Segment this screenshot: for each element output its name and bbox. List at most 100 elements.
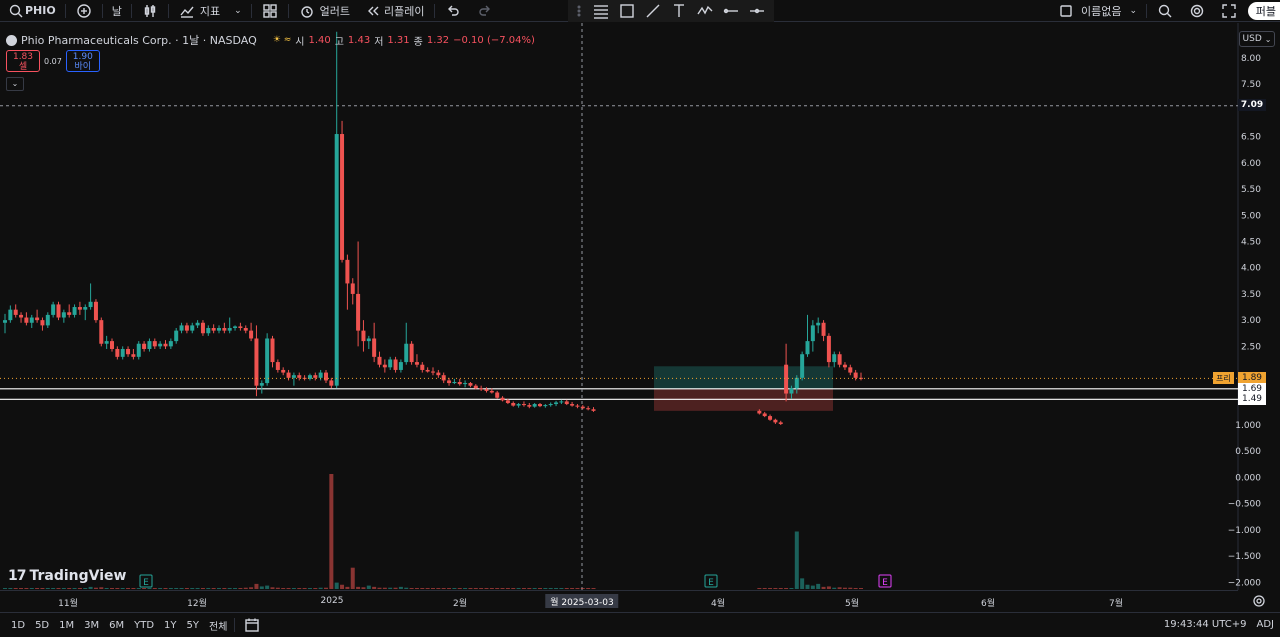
horizontal-level-label: 1.49 xyxy=(1238,393,1266,405)
interval-button[interactable]: 날 xyxy=(105,0,129,22)
alarm-clock-icon xyxy=(298,2,316,20)
candle-body xyxy=(179,325,184,331)
crosshair-date-prefix: 월 xyxy=(550,598,559,608)
candle-body xyxy=(93,301,98,321)
range-5y-button[interactable]: 5Y xyxy=(182,620,204,631)
price-tick-label: −1.500 xyxy=(1228,552,1262,562)
volume-bar xyxy=(110,588,114,589)
volume-bar xyxy=(211,588,216,589)
candle-body xyxy=(559,401,564,403)
calendar-icon[interactable] xyxy=(243,616,261,634)
time-tick-label: 2025 xyxy=(320,596,344,606)
candles-icon xyxy=(141,2,159,20)
candle-body xyxy=(554,402,559,405)
candle-body xyxy=(115,348,120,357)
adj-toggle[interactable]: ADJ xyxy=(1257,619,1275,630)
sun-icon: ☀ ≈ xyxy=(272,35,292,45)
volume-bar xyxy=(275,587,280,589)
alert-button[interactable]: 얼러트 xyxy=(291,0,357,22)
horizontal-lines-icon[interactable] xyxy=(592,2,610,20)
layouts-button[interactable] xyxy=(254,0,286,22)
rectangle-icon[interactable] xyxy=(618,2,636,20)
volume-bar xyxy=(318,587,323,589)
chart-area[interactable]: 8.00 7.50 6.50 6.00 5.50 5.00 4.50 4.00 3.50 3.00… xyxy=(0,23,1280,611)
price-chart[interactable]: 8.00 7.50 6.50 6.00 5.50 5.00 4.50 4.00 3.50 3.00… xyxy=(0,23,1280,590)
compare-button[interactable] xyxy=(68,0,100,22)
legend-title: Phio Pharmaceuticals Corp. · 1날 · NASDAQ xyxy=(21,34,257,47)
horizontal-line-icon[interactable] xyxy=(748,2,766,20)
candle-body xyxy=(334,134,339,386)
candle-body xyxy=(19,314,24,318)
horizontal-ray-icon[interactable] xyxy=(722,2,740,20)
tradingview-logo[interactable]: 17 TradingView xyxy=(8,568,126,584)
spread-value: 0.07 xyxy=(44,56,62,66)
layout-name-button[interactable]: 이름없음 ⌄ xyxy=(1050,0,1144,22)
publish-button[interactable]: 퍼블 xyxy=(1247,2,1280,20)
price-tick-label: 2.50 xyxy=(1241,342,1261,352)
symbol-search-button[interactable]: PHIO xyxy=(0,0,63,22)
grip-icon[interactable] xyxy=(576,2,584,20)
undo-button[interactable] xyxy=(437,0,469,22)
fullscreen-button[interactable] xyxy=(1213,0,1245,22)
text-tool-icon[interactable] xyxy=(670,2,688,20)
layout-name: 이름없음 xyxy=(1081,5,1122,18)
trend-line-icon[interactable] xyxy=(644,2,662,20)
volume-bar xyxy=(837,587,842,589)
range-1m-button[interactable]: 1M xyxy=(54,620,79,631)
candle-body xyxy=(457,382,462,385)
volume-bar xyxy=(217,588,221,589)
chart-settings-button[interactable] xyxy=(1252,594,1266,608)
volume-bar xyxy=(810,585,815,589)
collapse-legend-button[interactable]: ⌄ xyxy=(6,77,24,91)
indicators-button[interactable]: 지표 ⌄ xyxy=(171,0,249,22)
candle-body xyxy=(174,330,179,342)
candle-body xyxy=(848,367,853,373)
volume-bar xyxy=(83,588,88,589)
volume-bar xyxy=(575,588,580,589)
time-tick-label: 7월 xyxy=(1108,599,1124,609)
volume-bar xyxy=(233,588,238,589)
volume-bar xyxy=(61,588,66,589)
volume-bar xyxy=(13,588,18,589)
sell-button[interactable]: 1.83 셀 xyxy=(6,50,40,72)
volume-bar xyxy=(259,586,264,589)
clock[interactable]: 19:43:44 UTC+9 xyxy=(1164,619,1247,630)
time-tick-label: 5월 xyxy=(844,599,860,609)
chart-type-button[interactable] xyxy=(134,0,166,22)
toolbar-divider xyxy=(433,3,435,18)
buy-button[interactable]: 1.90 바이 xyxy=(65,50,100,72)
volume-bar xyxy=(249,587,254,589)
currency-button[interactable]: USD ⌄ xyxy=(1239,31,1275,47)
candle-body xyxy=(56,304,61,318)
plus-circle-icon xyxy=(75,2,93,20)
candle-body xyxy=(136,343,141,357)
price-tick-label: 0.500 xyxy=(1235,447,1261,457)
rewind-icon xyxy=(364,2,382,20)
price-tick-label: 4.00 xyxy=(1241,264,1261,274)
candle-body xyxy=(120,348,125,357)
candle-body xyxy=(527,405,532,407)
legend-change: −0.10 (−7.04%) xyxy=(453,34,535,46)
quick-search-button[interactable] xyxy=(1149,0,1181,22)
time-axis[interactable]: 11월 12월 2025 2월 월 2025-03-03 4월 5월 6월 7월 xyxy=(0,590,1238,610)
volume-bar xyxy=(388,587,393,589)
volume-bar xyxy=(56,588,61,589)
range-1y-button[interactable]: 1Y xyxy=(159,620,181,631)
range-3m-button[interactable]: 3M xyxy=(79,620,104,631)
volume-bar xyxy=(136,588,141,589)
volume-bar xyxy=(88,586,93,589)
settings-button[interactable] xyxy=(1181,0,1213,22)
range-6m-button[interactable]: 6M xyxy=(104,620,129,631)
range-1d-button[interactable]: 1D xyxy=(6,620,30,631)
candle-body xyxy=(393,359,398,370)
right-toolbar: 이름없음 ⌄ xyxy=(1050,0,1277,22)
legend-open-label: 시 xyxy=(295,36,305,48)
replay-button[interactable]: 리플레이 xyxy=(357,0,431,22)
path-icon[interactable] xyxy=(696,2,714,20)
redo-button[interactable] xyxy=(469,0,501,22)
range-ytd-button[interactable]: YTD xyxy=(129,620,159,631)
candle-body xyxy=(810,325,815,342)
range-all-button[interactable]: 전체 xyxy=(204,618,232,633)
range-5d-button[interactable]: 5D xyxy=(30,620,54,631)
volume-bar xyxy=(468,588,473,589)
